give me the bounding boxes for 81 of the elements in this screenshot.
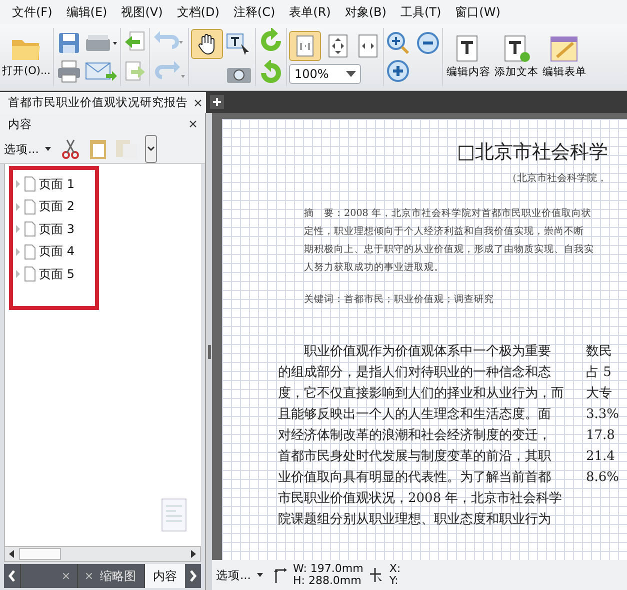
tree-item[interactable]: 页面 4	[15, 240, 95, 263]
author-line: （北京市社会科学院，	[506, 172, 608, 185]
keywords-line: 关键词：首都市民；职业价值观；调查研究	[303, 293, 495, 307]
abstract-line: 期积极向上、忠于职守的从业价值观，形成了由物质实现、自我实	[304, 243, 595, 257]
menu-item[interactable]: 窗口(W)	[449, 4, 508, 20]
next-tab-icon[interactable]	[189, 570, 197, 582]
caret-icon	[44, 147, 51, 151]
dimensions-icon	[272, 567, 287, 583]
options-dropdown[interactable]: 选项...	[216, 568, 267, 582]
y-readout: Y:	[389, 575, 400, 587]
scroll-left-icon[interactable]	[8, 550, 16, 558]
tree-item[interactable]: 页面 2	[15, 196, 95, 218]
height-readout: H: 288.0mm	[292, 575, 362, 587]
open-button[interactable]: 打开(O)...	[1, 36, 52, 78]
scroll-right-icon[interactable]	[189, 550, 197, 558]
menu-item[interactable]: 文件(F)	[6, 4, 60, 20]
body-text-line: 数民	[586, 343, 613, 361]
menu-item[interactable]: 对象(B)	[338, 4, 394, 20]
body-text-line: 度，它不仅直接影响到人们的择业和从业行为，而	[278, 385, 564, 403]
body-text-line: 的组成部分，是指人们对待职业的一种信念和态	[278, 364, 552, 382]
toolbar-button[interactable]: 编辑内容	[445, 35, 492, 79]
panel-title: 内容	[8, 116, 32, 132]
tree-item[interactable]: 页面 5	[15, 263, 95, 286]
menu-item[interactable]: 编辑(E)	[60, 4, 116, 20]
scissors-icon[interactable]	[60, 138, 82, 160]
document-tab[interactable]: 首都市民职业价值观状况研究报告	[0, 92, 206, 113]
toolbar-button[interactable]: 添加文本	[493, 35, 540, 79]
body-text-line: 院课题组分别从职业理想、职业态度和职业行为	[278, 511, 552, 529]
body-text-line: 8.6%	[586, 469, 620, 487]
scrollbar-thumb[interactable]	[19, 548, 61, 560]
menu-item[interactable]: 视图(V)	[115, 4, 171, 20]
menu-item[interactable]: 注释(C)	[227, 4, 284, 20]
body-text-line: 大专	[586, 385, 613, 403]
hand-tool[interactable]	[191, 29, 224, 59]
previous-tab-icon[interactable]	[8, 570, 16, 582]
body-text-line: 占 5	[586, 364, 612, 382]
toolbar-button[interactable]: 编辑表单	[541, 35, 588, 79]
abstract-line: 摘 要：2008 年，北京市社会科学院对首都市民职业价值取向状	[304, 207, 592, 221]
page-icon	[15, 176, 37, 192]
page-icon	[296, 34, 314, 56]
printer-icon[interactable]	[56, 59, 82, 83]
body-text-line: 职业价值观作为价值观体系中一个极为重要	[303, 343, 552, 361]
width-readout: W: 197.0mm	[292, 563, 364, 575]
thumbnail-icon	[161, 498, 187, 532]
tree-item[interactable]: 页面 3	[15, 218, 95, 240]
page-icon	[15, 221, 37, 238]
close-icon[interactable]	[194, 98, 202, 106]
page-icon	[15, 244, 37, 260]
body-text-line: 业价值取向具有明显的代表性。为了解当前首都	[278, 469, 552, 487]
horizontal-scrollbar[interactable]	[4, 546, 201, 562]
plus-icon[interactable]	[386, 59, 410, 83]
page-icon	[15, 266, 37, 282]
abstract-line: 人努力获取成功的事业进取观。	[304, 261, 445, 275]
body-text-line: 首都市民身处时代发展与制度变革的前沿，其职	[278, 448, 552, 466]
crosshair-cursor-icon	[369, 567, 384, 583]
abstract-line: 定性，职业理想倾向于个人经济利益和自我价值实现，崇尚不断	[304, 225, 585, 239]
panel-tab[interactable]: 内容	[144, 564, 185, 588]
caret-icon	[256, 573, 263, 577]
body-text-line: 3.3%	[586, 406, 620, 424]
page-icon	[15, 198, 37, 215]
actual-size-tool[interactable]	[289, 30, 322, 60]
menu-item[interactable]: 表单(R)	[283, 4, 339, 20]
form-edit-icon	[549, 35, 580, 63]
document-title: □北京市社会科学	[456, 140, 609, 165]
body-text-line: 17.8	[586, 427, 616, 445]
zoom-out-icon[interactable]	[416, 31, 440, 55]
body-text-line: 21.4	[586, 448, 616, 466]
zoom-dropdown[interactable]: 100%	[289, 64, 362, 84]
close-icon[interactable]	[189, 120, 197, 128]
hand-icon	[197, 33, 218, 55]
x-readout: X:	[389, 563, 401, 575]
body-text-line: 对经济体制改革的浪潮和社会经济制度的变迁，	[278, 427, 552, 445]
tree-item[interactable]: 页面 1	[15, 173, 95, 196]
menu-item[interactable]: 工具(T)	[394, 4, 450, 20]
text-select-icon[interactable]	[225, 32, 252, 56]
body-text-line: 且能够反映出一个人的人生理念和生活态度。面	[278, 406, 552, 424]
options-dropdown[interactable]: 选项...	[4, 142, 55, 156]
caret-icon	[346, 70, 356, 76]
new-tab-icon[interactable]	[210, 95, 224, 109]
body-text-line: 市民职业价值观状况，2008 年，北京市社会科学	[278, 490, 564, 508]
menu-item[interactable]: 文档(D)	[170, 4, 228, 20]
